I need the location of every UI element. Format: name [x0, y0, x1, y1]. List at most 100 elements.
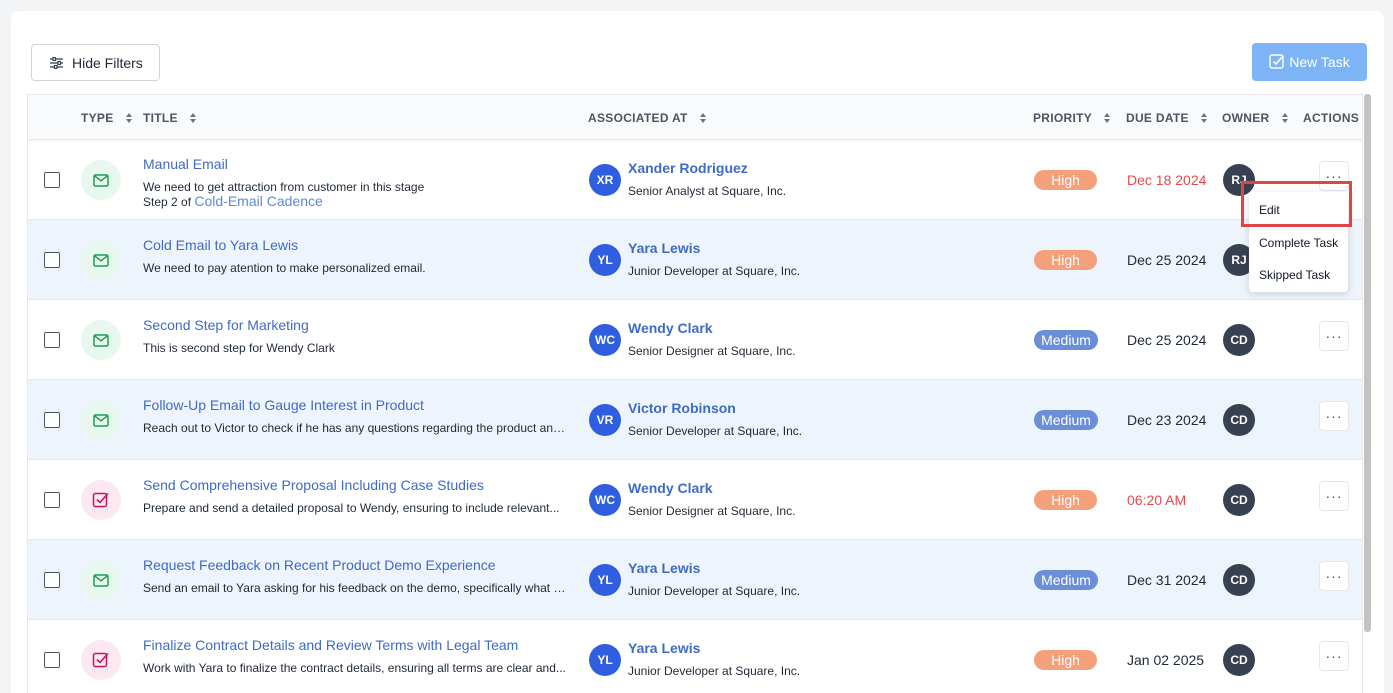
column-header-type[interactable]: TYPE: [81, 111, 132, 125]
row-checkbox[interactable]: [44, 412, 60, 428]
due-date: Dec 23 2024: [1127, 412, 1207, 428]
contact-role: Senior Developer at Square, Inc.: [628, 424, 803, 438]
contact-name-link[interactable]: Victor Robinson: [628, 400, 736, 416]
checkbox-plus-icon: [1269, 53, 1285, 72]
menu-item-skipped-task[interactable]: Skipped Task: [1259, 268, 1330, 282]
contact-avatar: YL: [589, 644, 621, 676]
owner-avatar: CD: [1223, 644, 1255, 676]
task-title-link[interactable]: Manual Email: [143, 156, 228, 172]
cadence-step: Step 2 of Cold-Email Cadence: [143, 193, 323, 209]
contact-avatar: VR: [589, 404, 621, 436]
task-title-link[interactable]: Follow-Up Email to Gauge Interest in Pro…: [143, 397, 424, 413]
contact-avatar: YL: [589, 564, 621, 596]
new-task-button[interactable]: New Task: [1252, 43, 1367, 81]
filter-sliders-icon: [50, 56, 63, 69]
due-date: Dec 18 2024: [1127, 172, 1207, 188]
task-title-link[interactable]: Cold Email to Yara Lewis: [143, 237, 298, 253]
column-header-associated[interactable]: ASSOCIATED AT: [588, 111, 706, 125]
priority-badge: High: [1034, 170, 1097, 190]
sort-icon: [125, 113, 132, 123]
contact-role: Junior Developer at Square, Inc.: [628, 584, 801, 598]
table-row: Finalize Contract Details and Review Ter…: [28, 620, 1362, 693]
new-task-label: New Task: [1289, 54, 1350, 70]
contact-avatar: WC: [589, 484, 621, 516]
row-actions-button[interactable]: ···: [1319, 481, 1349, 511]
contact-role: Senior Designer at Square, Inc.: [628, 344, 796, 358]
task-description: This is second step for Wendy Clark: [143, 341, 335, 355]
task-title-link[interactable]: Send Comprehensive Proposal Including Ca…: [143, 477, 484, 493]
contact-role: Junior Developer at Square, Inc.: [628, 264, 801, 278]
owner-avatar: CD: [1223, 324, 1255, 356]
sort-icon: [1281, 113, 1288, 123]
row-actions-button[interactable]: ···: [1319, 321, 1349, 351]
sort-icon: [1104, 113, 1111, 123]
priority-badge: High: [1034, 650, 1097, 670]
tasks-table: TYPE TITLE ASSOCIATED AT PRIORITY DUE DA…: [27, 94, 1363, 693]
due-date: Dec 25 2024: [1127, 252, 1207, 268]
email-icon: [81, 240, 121, 280]
cadence-link[interactable]: Cold-Email Cadence: [194, 193, 322, 209]
task-description: Work with Yara to finalize the contract …: [143, 661, 566, 675]
column-header-priority[interactable]: PRIORITY: [1033, 111, 1111, 125]
row-actions-button[interactable]: ···: [1319, 561, 1349, 591]
contact-name-link[interactable]: Yara Lewis: [628, 640, 700, 656]
task-title-link[interactable]: Request Feedback on Recent Product Demo …: [143, 557, 496, 573]
task-description: Send an email to Yara asking for his fee…: [143, 581, 568, 595]
due-date: 06:20 AM: [1127, 492, 1187, 508]
hide-filters-label: Hide Filters: [72, 54, 143, 71]
task-description: We need to pay atention to make personal…: [143, 261, 426, 275]
contact-name-link[interactable]: Yara Lewis: [628, 240, 700, 256]
contact-avatar: YL: [589, 244, 621, 276]
contact-name-link[interactable]: Wendy Clark: [628, 480, 713, 496]
edit-highlight-box: [1241, 181, 1352, 227]
row-checkbox[interactable]: [44, 652, 60, 668]
table-row: Second Step for Marketing This is second …: [28, 300, 1362, 380]
table-header: TYPE TITLE ASSOCIATED AT PRIORITY DUE DA…: [28, 95, 1362, 140]
due-date: Dec 25 2024: [1127, 332, 1207, 348]
owner-avatar: CD: [1223, 564, 1255, 596]
email-icon: [81, 400, 121, 440]
row-checkbox[interactable]: [44, 492, 60, 508]
owner-avatar: CD: [1223, 404, 1255, 436]
row-checkbox[interactable]: [44, 572, 60, 588]
row-actions-button[interactable]: ···: [1319, 401, 1349, 431]
table-row: Cold Email to Yara Lewis We need to pay a…: [28, 220, 1362, 300]
column-header-due-date[interactable]: DUE DATE: [1126, 111, 1207, 125]
column-header-actions: ACTIONS: [1303, 111, 1360, 125]
contact-role: Senior Analyst at Square, Inc.: [628, 184, 787, 198]
owner-avatar: CD: [1223, 484, 1255, 516]
table-row: Send Comprehensive Proposal Including Ca…: [28, 460, 1362, 540]
email-icon: [81, 560, 121, 600]
priority-badge: Medium: [1034, 330, 1098, 350]
contact-name-link[interactable]: Yara Lewis: [628, 560, 700, 576]
contact-avatar: XR: [589, 164, 621, 196]
column-header-owner[interactable]: OWNER: [1222, 111, 1288, 125]
task-title-link[interactable]: Finalize Contract Details and Review Ter…: [143, 637, 518, 653]
email-icon: [81, 160, 121, 200]
table-row: Request Feedback on Recent Product Demo …: [28, 540, 1362, 620]
task-check-icon: [81, 640, 121, 680]
contact-role: Junior Developer at Square, Inc.: [628, 664, 801, 678]
table-row: Manual Email We need to get attraction fr…: [28, 140, 1362, 220]
sort-icon: [699, 113, 706, 123]
column-header-title[interactable]: TITLE: [143, 111, 196, 125]
row-actions-button[interactable]: ···: [1319, 641, 1349, 671]
row-checkbox[interactable]: [44, 172, 60, 188]
hide-filters-button[interactable]: Hide Filters: [31, 44, 160, 81]
step-prefix: Step 2 of: [143, 195, 192, 209]
contact-name-link[interactable]: Xander Rodriguez: [628, 160, 748, 176]
scrollbar[interactable]: [1364, 94, 1371, 632]
row-checkbox[interactable]: [44, 332, 60, 348]
row-checkbox[interactable]: [44, 252, 60, 268]
table-row: Follow-Up Email to Gauge Interest in Pro…: [28, 380, 1362, 460]
contact-name-link[interactable]: Wendy Clark: [628, 320, 713, 336]
contact-role: Senior Designer at Square, Inc.: [628, 504, 796, 518]
priority-badge: High: [1034, 250, 1097, 270]
contact-avatar: WC: [589, 324, 621, 356]
task-title-link[interactable]: Second Step for Marketing: [143, 317, 309, 333]
priority-badge: High: [1034, 490, 1097, 510]
priority-badge: Medium: [1034, 570, 1098, 590]
menu-item-complete-task[interactable]: Complete Task: [1259, 236, 1338, 250]
email-icon: [81, 320, 121, 360]
task-description: We need to get attraction from customer …: [143, 180, 425, 194]
